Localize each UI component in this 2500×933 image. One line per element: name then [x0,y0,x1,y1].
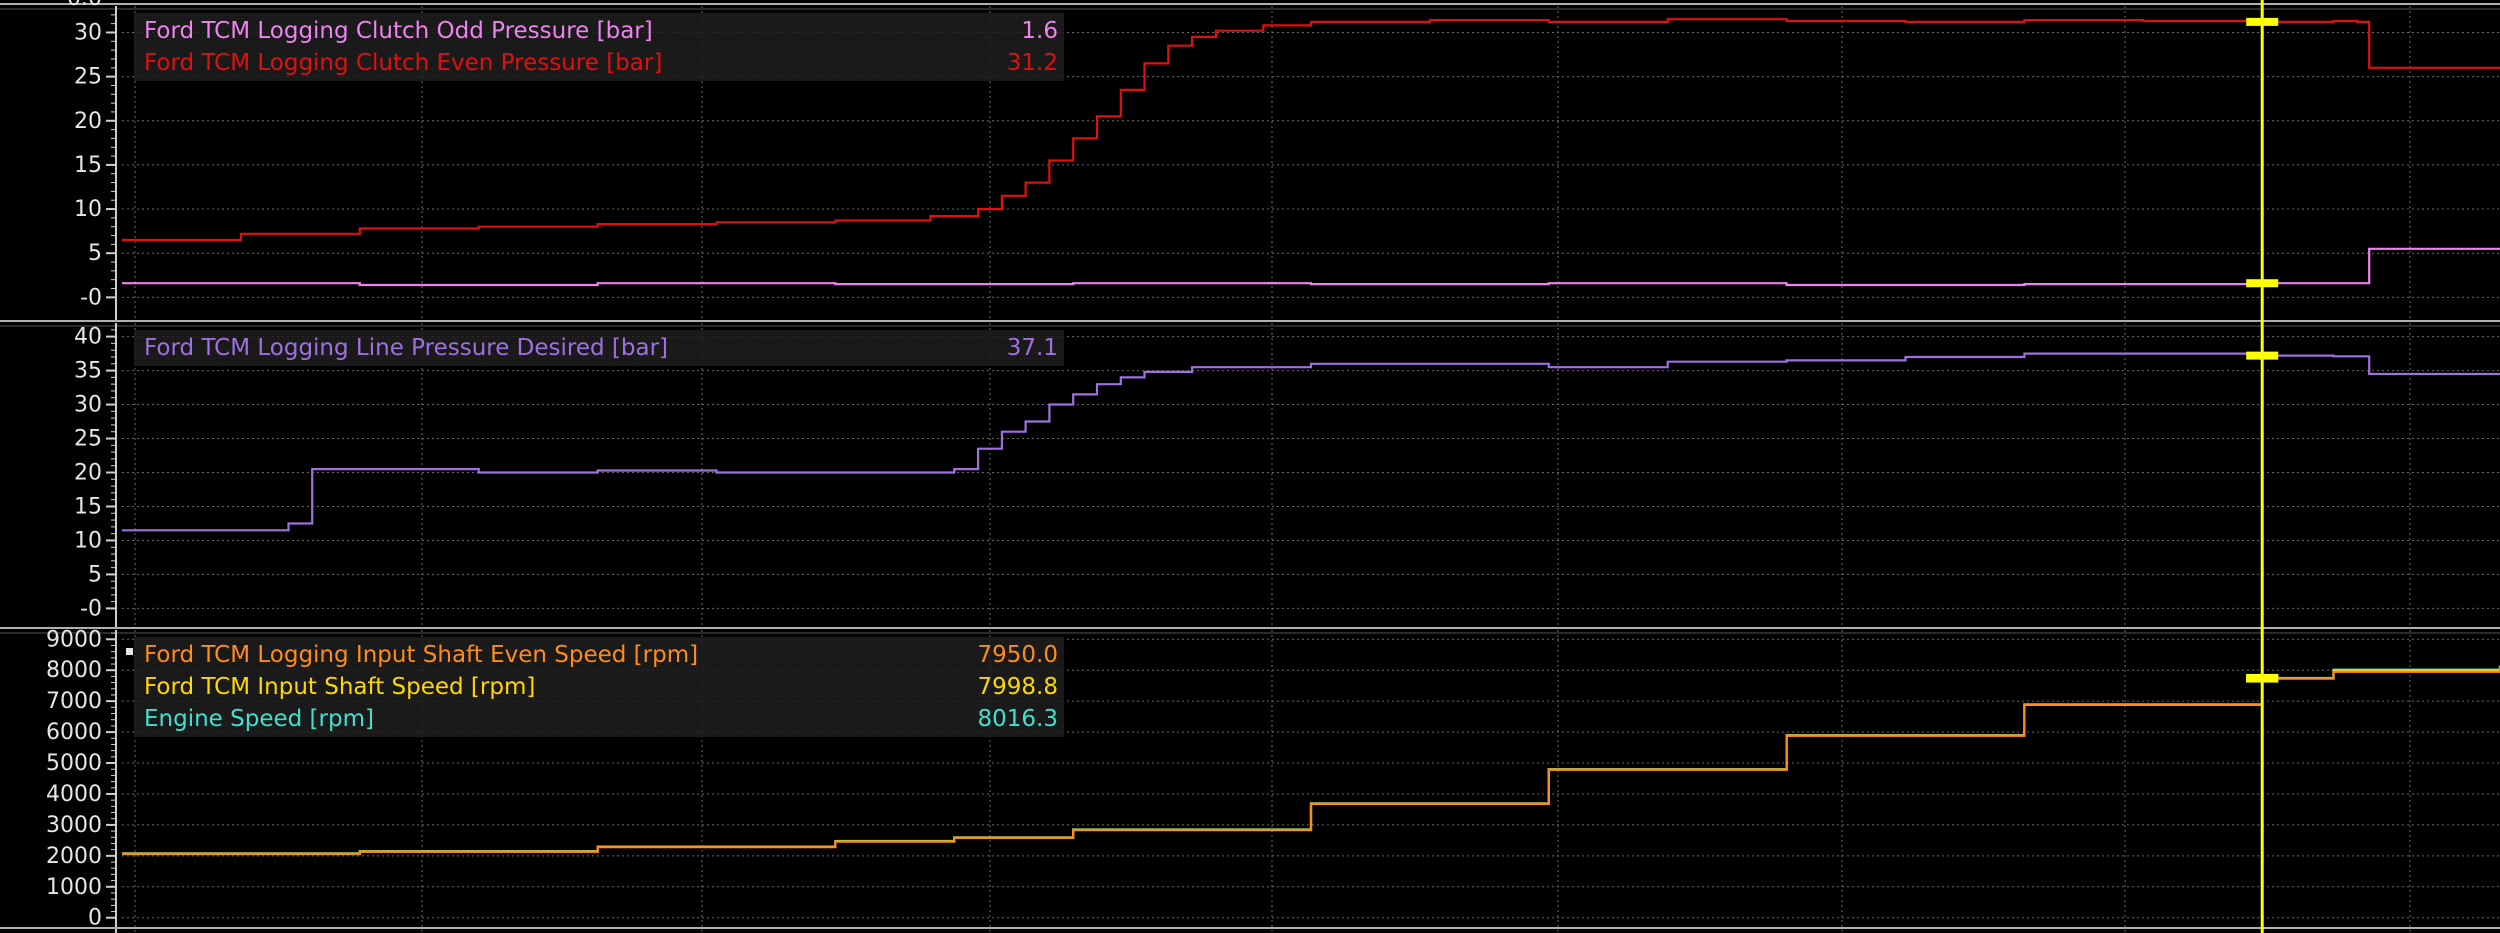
y-tick-label: 1000 [46,875,102,900]
legend-value: 37.1 [1007,335,1058,361]
y-tick-label: 5 [88,241,102,266]
y-tick-label: 4000 [46,782,102,807]
y-tick-label: 25 [74,65,102,90]
legend-selected-marker [126,648,133,655]
chart-background [0,0,2500,933]
y-tick-label: 5 [88,562,102,587]
y-tick-label: -0 [80,596,102,621]
y-tick-label: 5000 [46,751,102,776]
y-tick-label: 20 [74,109,102,134]
legend-value: 7998.8 [978,674,1058,700]
y-tick-label: -0 [80,285,102,310]
y-tick-label: 20 [74,461,102,486]
legend-label: Ford TCM Logging Clutch Even Pressure [b… [144,50,662,76]
legend-label: Ford TCM Input Shaft Speed [rpm] [144,674,535,700]
y-tick-label: 10 [74,528,102,553]
y-tick-label: 40 [74,325,102,350]
y-tick-label: 3000 [46,813,102,838]
legend: Ford TCM Logging Clutch Odd Pressure [ba… [134,13,1064,81]
legend: Ford TCM Logging Input Shaft Even Speed … [126,637,1064,737]
y-tick-label: 0 [88,906,102,931]
y-tick-label: 10 [74,197,102,222]
legend-value: 31.2 [1007,50,1058,76]
y-tick-label: 15 [74,153,102,178]
y-tick-label: 9000 [46,627,102,652]
legend-label: Engine Speed [rpm] [144,706,374,732]
y-tick-label: 35 [74,359,102,384]
telemetry-chart[interactable]: -0 5 10 15 20 25 30 0.0 Ford TCM Logging Clutch … [0,0,2500,933]
y-tick-label: 6000 [46,720,102,745]
legend-label: Ford TCM Logging Input Shaft Even Speed … [144,642,698,668]
legend-label: Ford TCM Logging Clutch Odd Pressure [ba… [144,18,653,44]
y-tick-label: 30 [74,393,102,418]
y-tick-label-partial: 0.0 [67,0,102,11]
y-tick-label: 2000 [46,844,102,869]
y-tick-label: 8000 [46,658,102,683]
legend-label: Ford TCM Logging Line Pressure Desired [… [144,335,668,361]
y-tick-label: 25 [74,427,102,452]
y-tick-label: 30 [74,20,102,45]
legend-value: 8016.3 [978,706,1058,732]
y-tick-label: 15 [74,494,102,519]
y-tick-label: 7000 [46,689,102,714]
legend: Ford TCM Logging Line Pressure Desired [… [134,330,1064,366]
legend-value: 7950.0 [978,642,1058,668]
legend-value: 1.6 [1021,18,1058,44]
